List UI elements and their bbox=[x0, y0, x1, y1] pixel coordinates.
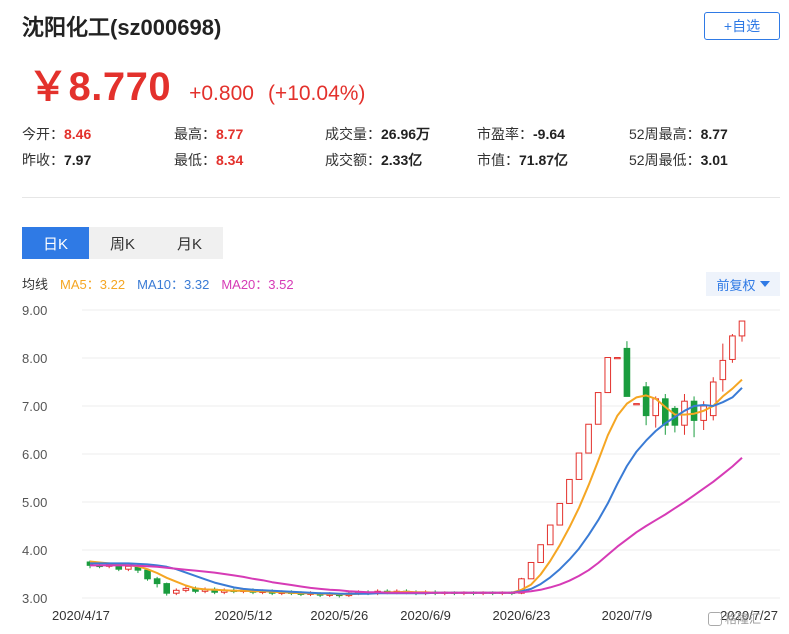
stat-label: 最高： bbox=[174, 126, 216, 142]
watermark-text: 格隆汇 bbox=[725, 612, 762, 626]
stat-pe: 市盈率：-9.64 bbox=[477, 124, 565, 144]
stat-turnover: 成交额：2.33亿 bbox=[325, 150, 422, 170]
tab-monthly-k[interactable]: 月K bbox=[156, 227, 223, 259]
x-tick-label: 2020/5/12 bbox=[214, 608, 272, 623]
divider bbox=[22, 197, 780, 198]
stat-high: 最高：8.77 bbox=[174, 124, 243, 144]
stat-value: 7.97 bbox=[64, 152, 92, 168]
stat-52w-high: 52周最高：8.77 bbox=[629, 124, 728, 144]
candle-body bbox=[144, 569, 151, 580]
stat-value: 3.01 bbox=[700, 152, 728, 168]
candle-body bbox=[537, 544, 544, 563]
candle-body bbox=[585, 423, 592, 454]
stat-value: 8.34 bbox=[216, 152, 244, 168]
stat-volume: 成交量：26.96万 bbox=[325, 124, 430, 144]
stock-title: 沈阳化工(sz000698) bbox=[22, 15, 222, 40]
y-tick-label: 4.00 bbox=[22, 543, 47, 558]
stat-label: 成交额： bbox=[325, 152, 381, 168]
price-change: +0.800 bbox=[189, 82, 254, 105]
ma-legend: 均线 MA5：3.22 MA10：3.32 MA20：3.52 bbox=[22, 274, 294, 293]
candle-body bbox=[153, 578, 161, 585]
watermark-logo-icon bbox=[708, 611, 722, 626]
candle-body bbox=[172, 589, 180, 594]
x-tick-label: 2020/4/17 bbox=[52, 608, 110, 623]
ma-line-ma10 bbox=[90, 387, 743, 595]
stats-panel: 今开：8.46 最高：8.77 成交量：26.96万 市盈率：-9.64 52周… bbox=[22, 124, 782, 176]
legend-ma5: MA5：3.22 bbox=[60, 277, 126, 292]
stat-label: 今开： bbox=[22, 126, 64, 142]
candle-body bbox=[719, 359, 727, 381]
stat-open: 今开：8.46 bbox=[22, 124, 91, 144]
stats-row-1: 今开：8.46 最高：8.77 成交量：26.96万 市盈率：-9.64 52周… bbox=[22, 124, 782, 150]
candle-body bbox=[738, 320, 746, 337]
candle-body bbox=[594, 392, 602, 425]
stat-value: 2.33亿 bbox=[381, 152, 423, 168]
stat-low: 最低：8.34 bbox=[174, 150, 243, 170]
add-watchlist-button[interactable]: +自选 bbox=[704, 12, 780, 40]
current-price: ￥8.770 bbox=[28, 65, 172, 109]
y-tick-label: 8.00 bbox=[22, 351, 47, 366]
candle-body bbox=[163, 583, 171, 594]
stat-label: 52周最高： bbox=[629, 126, 701, 142]
legend-ma10: MA10：3.32 bbox=[137, 277, 210, 292]
stat-label: 市盈率： bbox=[477, 126, 533, 142]
stat-value: 26.96万 bbox=[381, 126, 431, 142]
legend-ma20: MA20：3.52 bbox=[221, 277, 294, 292]
stat-label: 市值： bbox=[477, 152, 519, 168]
quote-row: ￥8.770 +0.800 (+10.04%) bbox=[28, 54, 365, 112]
stat-prev-close: 昨收：7.97 bbox=[22, 150, 91, 170]
y-tick-label: 3.00 bbox=[22, 591, 47, 606]
candle-body bbox=[709, 381, 717, 417]
stat-market-cap: 市值：71.87亿 bbox=[477, 150, 568, 170]
candle-body bbox=[182, 587, 190, 591]
stat-value: 8.77 bbox=[700, 126, 728, 142]
stats-row-2: 昨收：7.97 最低：8.34 成交额：2.33亿 市值：71.87亿 52周最… bbox=[22, 150, 782, 176]
candle-body bbox=[614, 357, 621, 360]
x-tick-label: 2020/7/9 bbox=[602, 608, 653, 623]
legend-label: 均线 bbox=[22, 277, 49, 292]
adjust-dropdown[interactable]: 前复权 bbox=[706, 272, 780, 296]
candle-body bbox=[527, 561, 535, 580]
price-change-percent: (+10.04%) bbox=[267, 82, 366, 105]
y-tick-label: 9.00 bbox=[22, 303, 47, 318]
candle-body bbox=[125, 565, 132, 570]
candle-body bbox=[623, 347, 631, 397]
candle-body bbox=[566, 478, 573, 504]
watermark: 格隆汇 bbox=[708, 610, 761, 627]
chevron-down-icon bbox=[759, 281, 770, 287]
x-tick-label: 2020/6/9 bbox=[400, 608, 451, 623]
stat-value: 8.77 bbox=[216, 126, 244, 142]
tab-daily-k[interactable]: 日K bbox=[22, 227, 89, 259]
candle-body bbox=[575, 452, 583, 480]
stat-value: -9.64 bbox=[533, 126, 565, 142]
stat-label: 52周最低： bbox=[629, 152, 701, 168]
x-tick-label: 2020/5/26 bbox=[310, 608, 368, 623]
y-tick-label: 7.00 bbox=[22, 399, 47, 414]
kline-period-tabs: 日K 周K 月K bbox=[22, 227, 223, 259]
x-tick-label: 2020/6/23 bbox=[493, 608, 551, 623]
candle-body bbox=[642, 386, 650, 417]
y-tick-label: 6.00 bbox=[22, 447, 47, 462]
candle-body bbox=[690, 400, 698, 421]
stat-52w-low: 52周最低：3.01 bbox=[629, 150, 728, 170]
kline-chart: 3.00 4.00 5.00 6.00 7.00 8.00 9.00 2020/4/17 202… bbox=[22, 303, 780, 623]
stat-label: 昨收： bbox=[22, 152, 64, 168]
y-tick-label: 5.00 bbox=[22, 495, 47, 510]
stat-value: 8.46 bbox=[64, 126, 92, 142]
stat-label: 成交量： bbox=[325, 126, 381, 142]
candle-body bbox=[546, 524, 554, 546]
tab-weekly-k[interactable]: 周K bbox=[89, 227, 156, 259]
stat-label: 最低： bbox=[174, 152, 216, 168]
candle-body bbox=[556, 502, 564, 526]
candle-body bbox=[633, 403, 640, 406]
adjust-label: 前复权 bbox=[716, 277, 756, 293]
candle-body bbox=[729, 335, 736, 360]
candle-body bbox=[604, 357, 612, 394]
stat-value: 71.87亿 bbox=[519, 152, 569, 168]
candle-body bbox=[700, 405, 707, 421]
